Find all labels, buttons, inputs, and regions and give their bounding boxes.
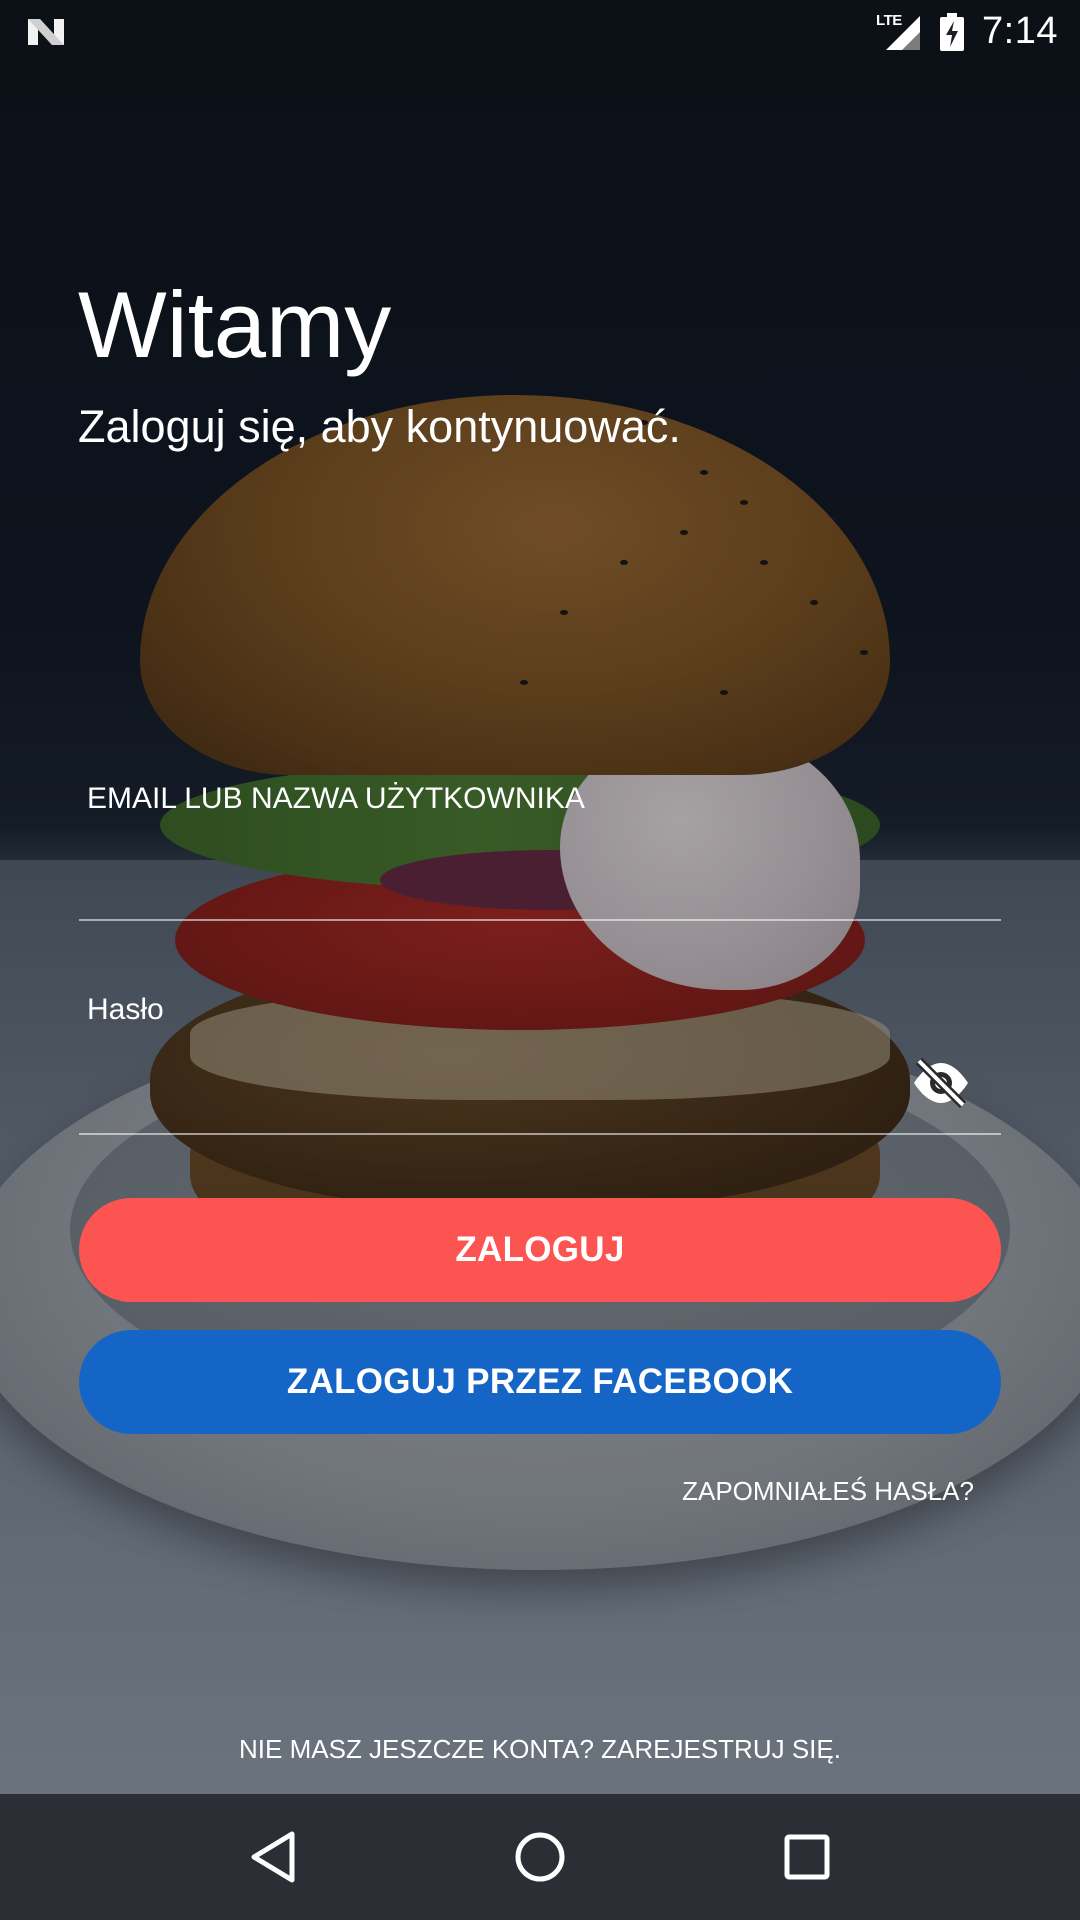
clock: 7:14 <box>982 10 1058 52</box>
login-button[interactable]: ZALOGUJ <box>79 1198 1001 1302</box>
nav-back-button[interactable] <box>238 1822 308 1892</box>
eye-off-icon[interactable] <box>911 1057 971 1109</box>
email-field-underline <box>79 919 1001 921</box>
facebook-login-button[interactable]: ZALOGUJ PRZEZ FACEBOOK <box>79 1330 1001 1434</box>
back-triangle-icon <box>251 1831 295 1883</box>
home-circle-icon <box>515 1832 565 1882</box>
signal-icon: LTE <box>876 12 922 52</box>
password-field-underline <box>79 1133 1001 1135</box>
email-field-label: EMAIL LUB NAZWA UŻYTKOWNIKA <box>87 782 585 815</box>
nav-home-button[interactable] <box>505 1822 575 1892</box>
password-field-label: Hasło <box>87 993 164 1026</box>
navigation-bar <box>0 1794 1080 1920</box>
n-logo-icon <box>28 18 64 45</box>
register-link[interactable]: NIE MASZ JESZCZE KONTA? ZAREJESTRUJ SIĘ. <box>0 1734 1080 1765</box>
nav-recents-button[interactable] <box>772 1822 842 1892</box>
password-field[interactable]: Hasło <box>79 985 1001 1135</box>
email-field[interactable]: EMAIL LUB NAZWA UŻYTKOWNIKA <box>79 770 1001 924</box>
recents-square-icon <box>784 1834 830 1880</box>
forgot-password-link[interactable]: ZAPOMNIAŁEŚ HASŁA? <box>682 1476 974 1507</box>
status-bar: LTE 7:14 <box>0 0 1080 63</box>
page-subtitle: Zaloguj się, aby kontynuować. <box>78 401 681 452</box>
battery-charging-icon <box>940 12 965 51</box>
page-title: Witamy <box>78 272 392 377</box>
